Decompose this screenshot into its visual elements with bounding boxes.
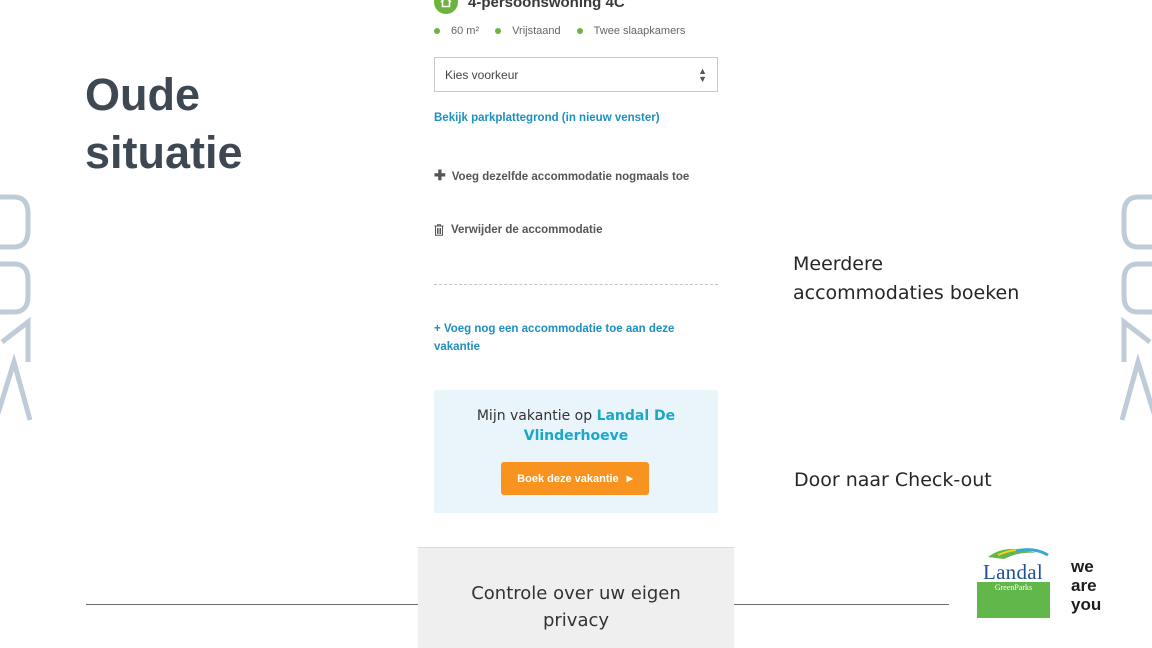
- house-icon: [434, 0, 458, 14]
- privacy-banner: Controle over uw eigen privacy: [418, 547, 734, 648]
- trash-icon: [434, 224, 444, 236]
- decorative-side-letters-right: [1120, 194, 1152, 421]
- dashed-divider: [434, 284, 718, 285]
- remove-label: Verwijder de accommodatie: [451, 224, 603, 236]
- add-same-accommodation-button[interactable]: ✚ Voeg dezelfde accommodatie nogmaals toe: [434, 164, 694, 188]
- bullet-icon: [434, 28, 440, 34]
- booking-screenshot: 4-persoonswoning 4C 60 m² Vrijstaand Twe…: [418, 0, 734, 648]
- accommodation-name: 4-persoonswoning 4C: [468, 0, 625, 11]
- plus-icon: ✚: [434, 167, 446, 183]
- accommodation-header: 4-persoonswoning 4C: [434, 0, 625, 14]
- annotation-multiple-accommodations: Meerdere accommodaties boeken: [793, 253, 1020, 304]
- play-arrow-icon: ▶: [626, 474, 633, 483]
- privacy-text: Controle over uw eigen privacy: [471, 583, 681, 631]
- vacation-summary-box: Mijn vakantie op Landal De Vlinderhoeve …: [434, 390, 718, 513]
- park-map-link[interactable]: Bekijk parkplattegrond (in nieuw venster…: [434, 109, 660, 127]
- add-another-accommodation-link[interactable]: + Voeg nog een accommodatie toe aan deze…: [434, 320, 704, 356]
- feature-item: Vrijstaand: [495, 25, 561, 37]
- preference-select[interactable]: Kies voorkeur ▲ ▼: [434, 57, 718, 92]
- remove-accommodation-button[interactable]: Verwijder de accommodatie: [434, 219, 602, 241]
- feature-item: 60 m²: [434, 25, 479, 37]
- preference-select-value: Kies voorkeur: [445, 67, 519, 82]
- select-arrows-icon: ▲ ▼: [698, 65, 707, 84]
- slide-title: Oude situatie: [85, 69, 243, 178]
- landal-logo-subtitle: GreenParks: [994, 583, 1033, 592]
- accommodation-features: 60 m² Vrijstaand Twee slaapkamers: [434, 25, 701, 37]
- book-vacation-button[interactable]: Boek deze vakantie ▶: [501, 462, 649, 495]
- tagline: we are you: [1071, 557, 1102, 614]
- bullet-icon: [495, 28, 502, 34]
- add-same-label: Voeg dezelfde accommodatie nogmaals toe: [451, 171, 690, 183]
- bullet-icon: [576, 28, 583, 34]
- annotation-checkout: Door naar Check-out: [794, 469, 992, 491]
- decorative-side-letters-left: [0, 194, 32, 421]
- vacation-title: Mijn vakantie op Landal De Vlinderhoeve: [476, 408, 676, 444]
- feature-item: Twee slaapkamers: [576, 25, 685, 37]
